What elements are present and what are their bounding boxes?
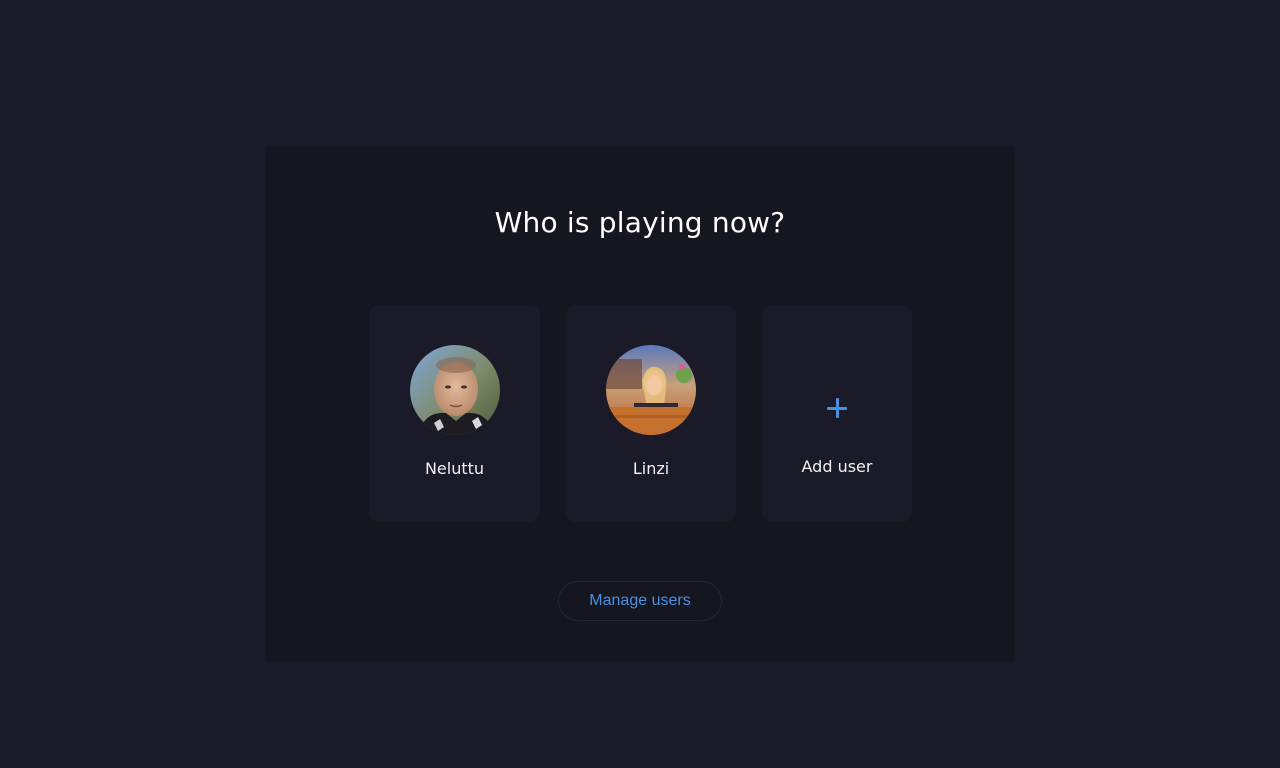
user-photo-neluttu-icon <box>409 345 500 435</box>
add-user-button[interactable]: Add user <box>762 305 912 522</box>
avatar <box>606 345 696 435</box>
manage-users-button[interactable]: Manage users <box>558 581 722 621</box>
user-name-label: Linzi <box>632 459 670 478</box>
user-photo-linzi-icon <box>606 345 696 435</box>
add-user-label: Add user <box>801 457 873 476</box>
page-title: Who is playing now? <box>494 206 786 239</box>
plus-icon <box>827 398 847 418</box>
user-card-linzi[interactable]: Linzi <box>566 305 736 522</box>
avatar <box>409 345 500 435</box>
user-card-neluttu[interactable]: Neluttu <box>369 305 540 522</box>
user-name-label: Neluttu <box>424 459 485 478</box>
